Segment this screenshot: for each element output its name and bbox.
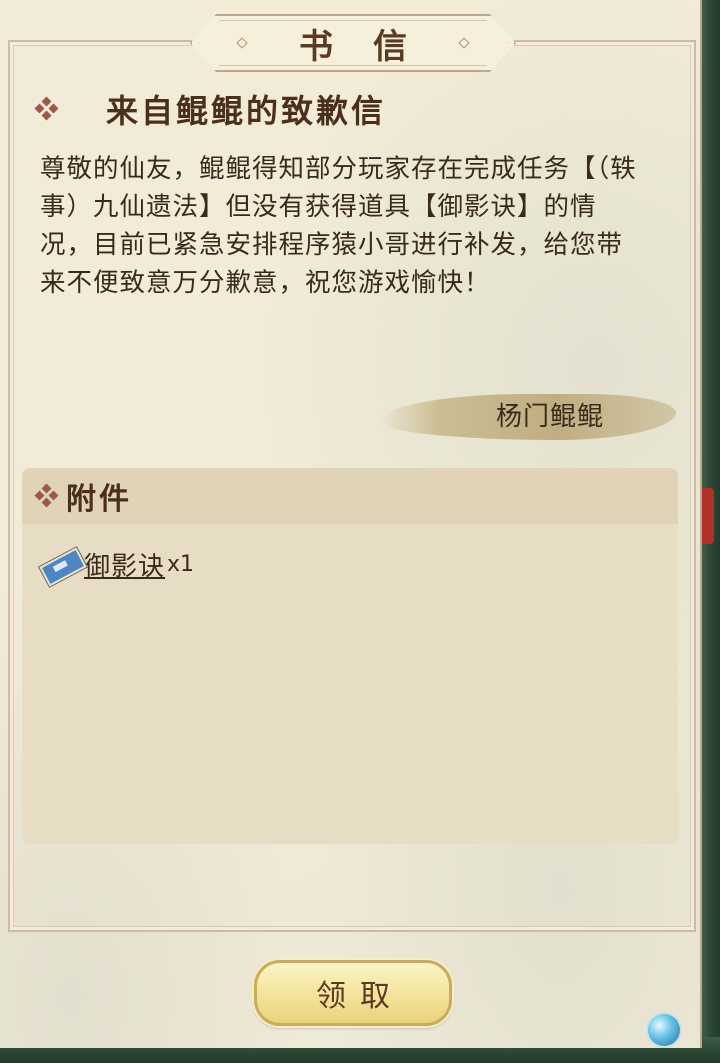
claim-button-label: 领取 (316, 979, 404, 1014)
attachment-header: 附件 (22, 468, 678, 524)
letter-heading-row: 来自鲲鲲的致歉信 (34, 86, 387, 132)
window-title: 书信 (299, 26, 447, 67)
letter-body: 尊敬的仙友，鲲鲲得知部分玩家存在完成任务【（轶事）九仙遗法】但没有获得道具【御影… (40, 154, 637, 298)
letter-heading: 来自鲲鲲的致歉信 (106, 92, 387, 130)
side-tab[interactable] (700, 488, 714, 544)
letter-signature: 杨门鲲鲲 (495, 402, 604, 432)
title-banner: 书信 (190, 14, 516, 72)
orb-icon[interactable] (648, 1014, 680, 1046)
attachment-item-quantity: x1 (167, 552, 195, 577)
attachment-title: 附件 (66, 482, 132, 517)
attachment-item[interactable]: 御影诀 x1 (39, 546, 195, 587)
letter-panel: 书信 来自鲲鲲的致歉信 尊敬的仙友，鲲鲲得知部分玩家存在完成任务【（轶事）九仙遗… (0, 0, 702, 1048)
attachment-panel: 附件 御影诀 x1 (22, 468, 678, 844)
scroll-icon[interactable] (39, 546, 87, 587)
diamond-ornament-icon (34, 483, 59, 508)
attachment-item-name[interactable]: 御影诀 (84, 546, 165, 583)
diamond-ornament-icon (34, 96, 59, 121)
claim-button[interactable]: 领取 (254, 960, 452, 1026)
